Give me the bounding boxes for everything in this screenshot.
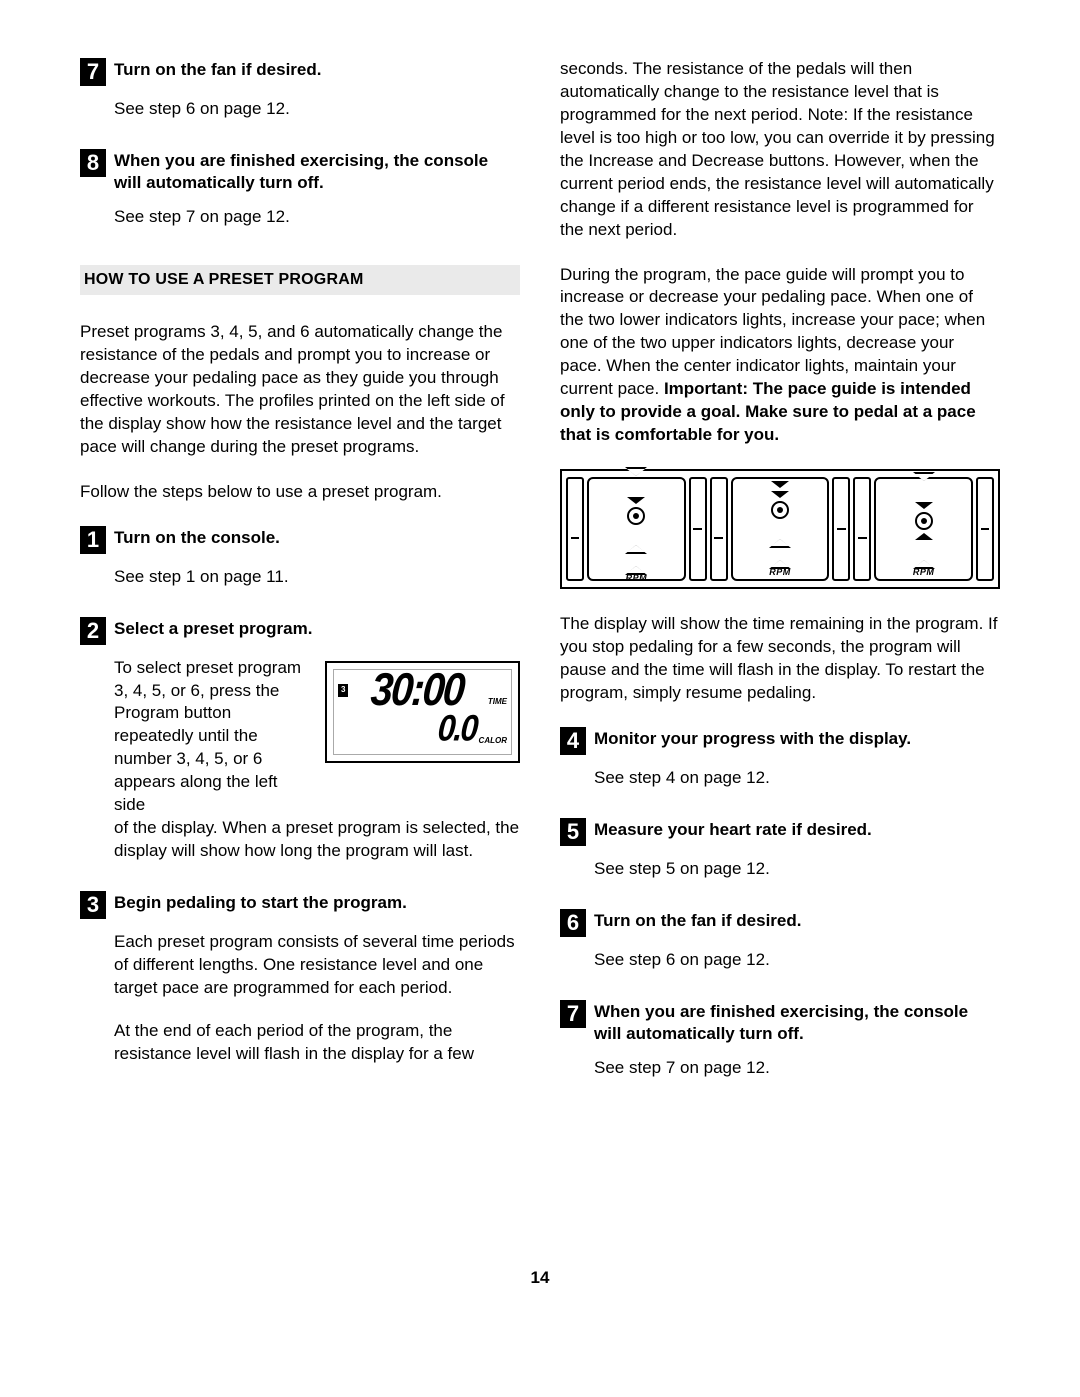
step-title: Begin pedaling to start the program. xyxy=(114,891,407,914)
two-column-layout: 7 Turn on the fan if desired. See step 6… xyxy=(80,58,1000,1108)
rpm-bar xyxy=(976,477,994,581)
rpm-indicator-stack xyxy=(771,481,789,561)
maintain-pace-icon xyxy=(627,507,645,525)
step-title: Turn on the fan if desired. xyxy=(594,909,801,932)
step-body: See step 5 on page 12. xyxy=(594,858,1000,881)
rpm-bar xyxy=(566,477,584,581)
continuation-paragraph-1: seconds. The resistance of the pedals wi… xyxy=(560,58,1000,242)
step-body: See step 6 on page 12. xyxy=(114,98,520,121)
decrease-pace-icon xyxy=(627,469,645,493)
rpm-frame: RPM xyxy=(587,477,686,581)
preset-step-7-header: 7 When you are finished exercising, the … xyxy=(560,1000,1000,1045)
lcd-inner: 3 30:00 TIME 0.0 CALOR xyxy=(333,669,512,755)
intro-paragraph-1: Preset programs 3, 4, 5, and 6 automatic… xyxy=(80,321,520,459)
preset-step-3-header: 3 Begin pedaling to start the program. xyxy=(80,891,520,919)
step-number-badge: 8 xyxy=(80,149,106,177)
left-column: 7 Turn on the fan if desired. See step 6… xyxy=(80,58,520,1108)
step-7-header: 7 Turn on the fan if desired. xyxy=(80,58,520,86)
step-title: Measure your heart rate if desired. xyxy=(594,818,872,841)
rpm-indicator-stack xyxy=(915,481,933,561)
preset-step-2-header: 2 Select a preset program. xyxy=(80,617,520,645)
step-title: Turn on the console. xyxy=(114,526,280,549)
step-number-badge: 7 xyxy=(80,58,106,86)
step-body: See step 6 on page 12. xyxy=(594,949,1000,972)
continuation-paragraph-3: The display will show the time remaining… xyxy=(560,613,1000,705)
step-number-badge: 1 xyxy=(80,526,106,554)
maintain-pace-icon xyxy=(915,512,933,530)
rpm-bar xyxy=(710,477,728,581)
preset-step-4-header: 4 Monitor your progress with the display… xyxy=(560,727,1000,755)
step2-inline-wrap: To select preset program 3, 4, 5, or 6, … xyxy=(114,657,520,818)
rpm-bar xyxy=(853,477,871,581)
step-number-badge: 6 xyxy=(560,909,586,937)
preset-step-5-header: 5 Measure your heart rate if desired. xyxy=(560,818,1000,846)
step2-text-b: of the display. When a preset program is… xyxy=(114,817,520,863)
increase-pace-icon xyxy=(627,549,645,573)
increase-pace-icon xyxy=(915,533,933,540)
preset-step-1-header: 1 Turn on the console. xyxy=(80,526,520,554)
right-column: seconds. The resistance of the pedals wi… xyxy=(560,58,1000,1108)
step-body: Each preset program consists of several … xyxy=(114,931,520,1000)
step-body: See step 1 on page 11. xyxy=(114,566,520,589)
step-title: Turn on the fan if desired. xyxy=(114,58,321,81)
step-body: See step 7 on page 12. xyxy=(114,206,520,229)
time-value: 30:00 xyxy=(369,667,465,713)
increase-pace-icon xyxy=(771,543,789,567)
step-title: When you are finished exercising, the co… xyxy=(114,149,520,194)
section-heading: HOW TO USE A PRESET PROGRAM xyxy=(80,265,520,295)
page: 7 Turn on the fan if desired. See step 6… xyxy=(0,0,1080,1318)
console-display-illustration: 3 30:00 TIME 0.0 CALOR xyxy=(325,661,520,763)
step-title: Select a preset program. xyxy=(114,617,312,640)
rpm-frame: RPM xyxy=(731,477,830,581)
step-body: See step 4 on page 12. xyxy=(594,767,1000,790)
rpm-bar xyxy=(689,477,707,581)
calories-label: CALOR xyxy=(479,736,507,747)
step-number-badge: 5 xyxy=(560,818,586,846)
calories-value: 0.0 xyxy=(437,710,478,747)
step-title: Monitor your progress with the display. xyxy=(594,727,911,750)
step-8-header: 8 When you are finished exercising, the … xyxy=(80,149,520,194)
decrease-pace-icon xyxy=(627,497,645,504)
decrease-pace-icon xyxy=(915,474,933,498)
decrease-pace-icon xyxy=(771,481,789,488)
rpm-indicator-stack xyxy=(627,476,645,567)
step2-text-a: To select preset program 3, 4, 5, or 6, … xyxy=(114,657,311,818)
step-title: When you are finished exercising, the co… xyxy=(594,1000,1000,1045)
step-body: At the end of each period of the program… xyxy=(114,1020,520,1066)
rpm-frame: RPM xyxy=(874,477,973,581)
step-number-badge: 3 xyxy=(80,891,106,919)
step-number-badge: 7 xyxy=(560,1000,586,1028)
lcd-row-calories: 0.0 CALOR xyxy=(334,712,511,754)
intro-paragraph-2: Follow the steps below to use a preset p… xyxy=(80,481,520,504)
rpm-bar xyxy=(832,477,850,581)
pace-guide-illustration: RPM RPM xyxy=(560,469,1000,589)
preset-step-6-header: 6 Turn on the fan if desired. xyxy=(560,909,1000,937)
decrease-pace-icon xyxy=(915,502,933,509)
step-number-badge: 2 xyxy=(80,617,106,645)
program-number-badge: 3 xyxy=(338,684,348,697)
lcd-row-time: 3 30:00 TIME xyxy=(334,670,511,712)
decrease-pace-icon xyxy=(771,491,789,498)
page-number: 14 xyxy=(80,1268,1000,1288)
time-label: TIME xyxy=(488,697,507,708)
increase-pace-icon xyxy=(915,543,933,567)
step-body: To select preset program 3, 4, 5, or 6, … xyxy=(114,657,520,863)
step-number-badge: 4 xyxy=(560,727,586,755)
step-body: See step 7 on page 12. xyxy=(594,1057,1000,1080)
continuation-paragraph-2: During the program, the pace guide will … xyxy=(560,264,1000,448)
maintain-pace-icon xyxy=(771,501,789,519)
